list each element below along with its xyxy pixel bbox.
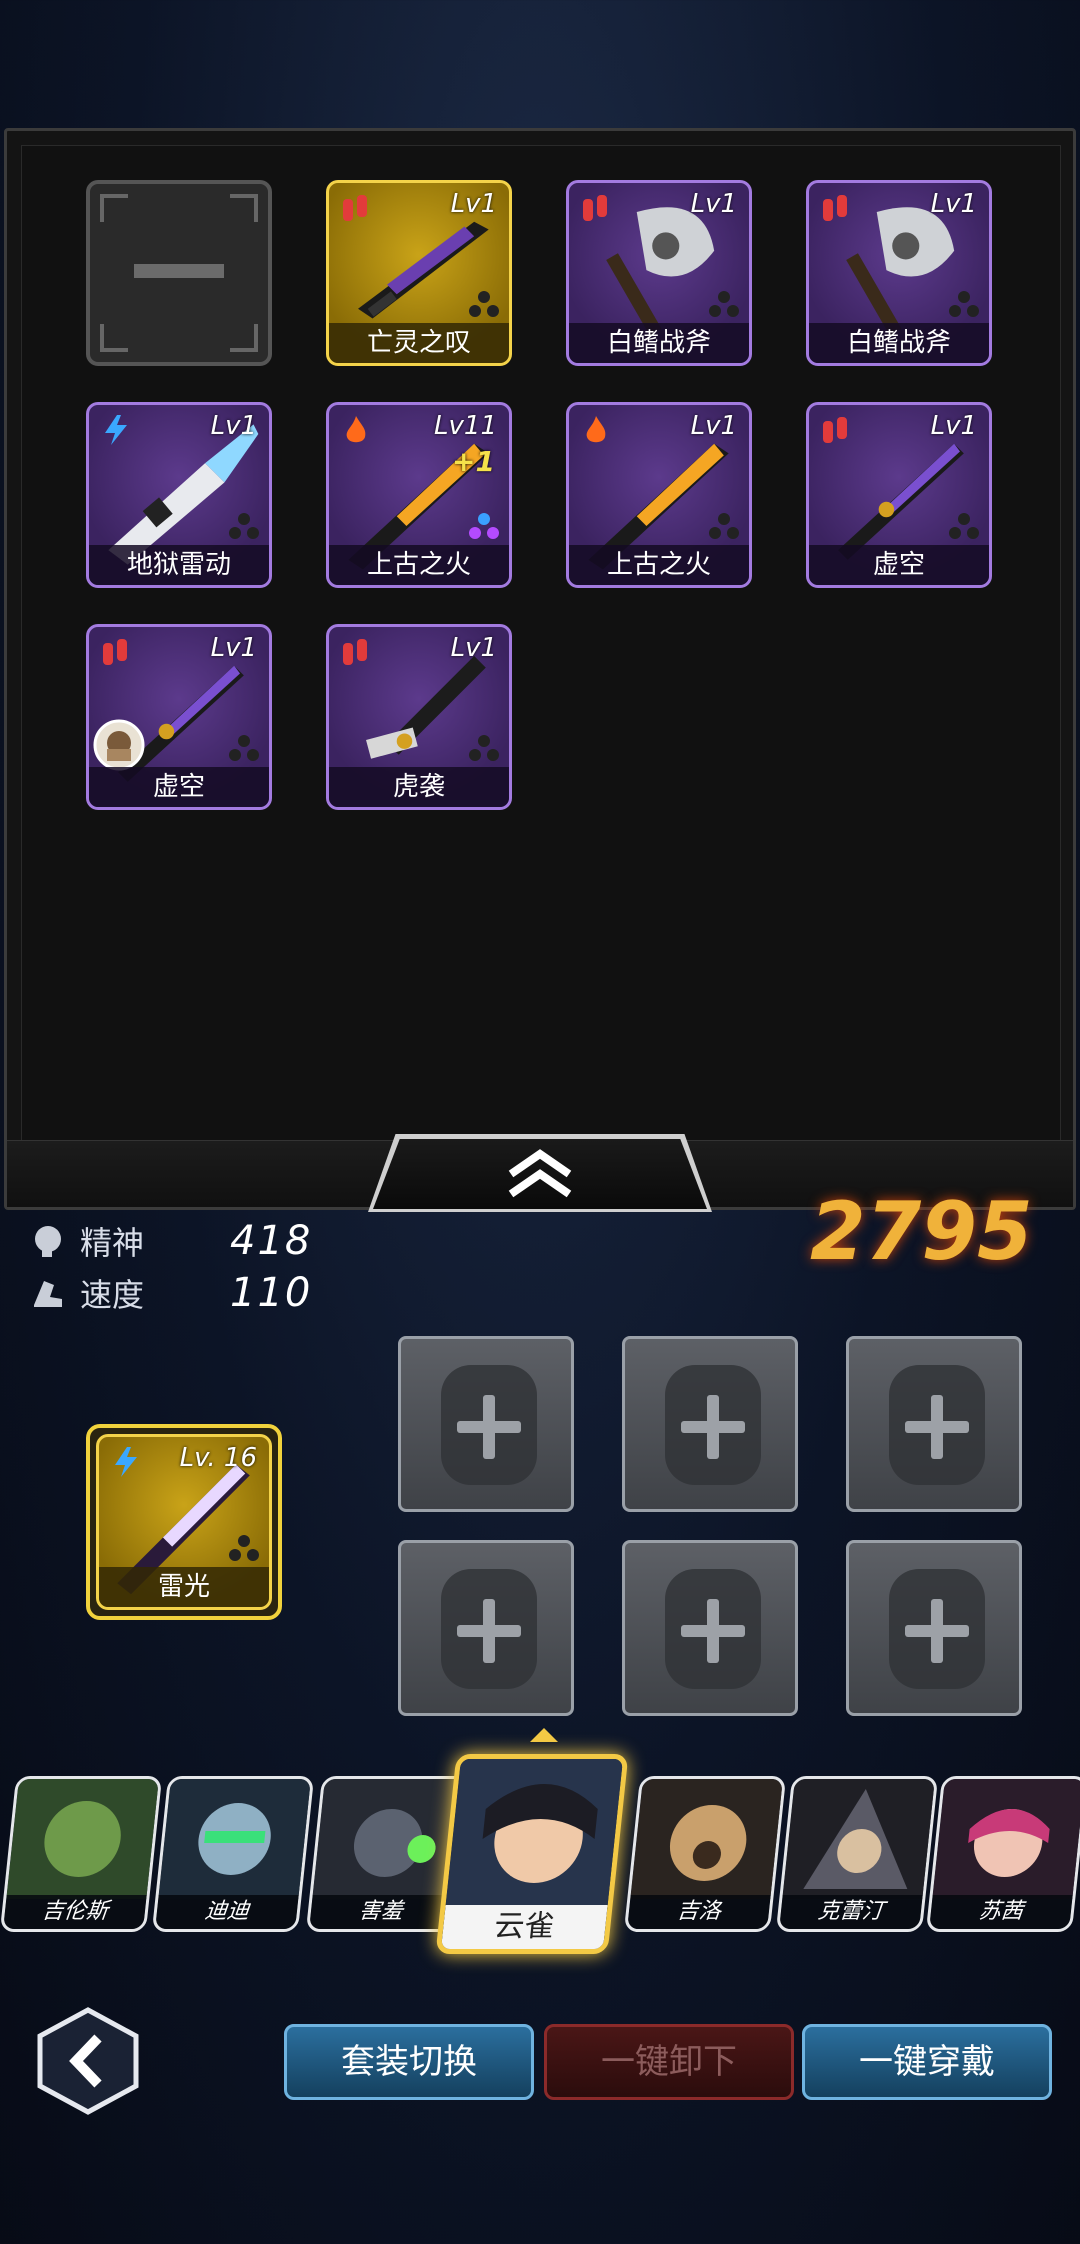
brain-icon xyxy=(35,1226,61,1257)
item-name: 虚空 xyxy=(89,767,269,807)
empty-item-slot[interactable] xyxy=(86,180,272,366)
hero-name: 克蕾汀 xyxy=(779,1895,923,1929)
item-level: Lv. 16 xyxy=(179,1443,257,1473)
item-card[interactable]: Lv1 地狱雷动 xyxy=(86,402,272,588)
item-name: 白鳍战斧 xyxy=(809,323,989,363)
slot-dots-icon xyxy=(709,291,739,317)
hero-portrait[interactable]: 克蕾汀 xyxy=(775,1776,939,1932)
item-card[interactable]: Lv1 虚空 xyxy=(806,402,992,588)
fire-icon xyxy=(346,416,366,443)
hero-face-icon xyxy=(445,1759,629,1909)
selected-hero-indicator xyxy=(530,1728,558,1742)
collapse-button[interactable] xyxy=(373,1139,707,1209)
hero-face-icon xyxy=(158,1779,315,1899)
hero-name: 云雀 xyxy=(441,1905,608,1949)
stat-row: 速度 110 xyxy=(30,1270,312,1316)
item-name: 亡灵之叹 xyxy=(329,323,509,363)
hero-portrait[interactable]: 吉洛 xyxy=(623,1776,787,1932)
item-name: 地狱雷动 xyxy=(89,545,269,585)
lightning-icon xyxy=(115,1447,137,1477)
item-card[interactable]: Lv1 上古之火 xyxy=(566,402,752,588)
hero-name: 吉伦斯 xyxy=(3,1895,147,1929)
slot-dots-icon xyxy=(229,735,259,761)
hero-portrait[interactable]: 苏茜 xyxy=(925,1776,1080,1932)
slot-dots-icon xyxy=(469,735,499,761)
equipped-weapon-card: Lv. 16 雷光 xyxy=(96,1434,272,1610)
item-level: Lv1 xyxy=(210,633,257,663)
unequip-all-button[interactable]: 一键卸下 xyxy=(544,2024,794,2100)
hero-portrait[interactable]: 迪迪 xyxy=(151,1776,315,1932)
combat-power: 2795 xyxy=(810,1185,1033,1278)
hero-name: 吉洛 xyxy=(627,1895,771,1929)
item-level: Lv1 xyxy=(450,189,497,219)
item-name: 上古之火 xyxy=(329,545,509,585)
ammo-icon xyxy=(343,195,367,221)
fire-icon xyxy=(586,416,606,443)
item-name: 雷光 xyxy=(99,1567,269,1607)
item-name: 上古之火 xyxy=(569,545,749,585)
ammo-icon xyxy=(103,639,127,665)
item-name: 虎袭 xyxy=(329,767,509,807)
hero-portrait[interactable]: 吉伦斯 xyxy=(0,1776,163,1932)
item-level: Lv1 xyxy=(450,633,497,663)
hero-face-icon xyxy=(6,1779,163,1899)
back-button[interactable] xyxy=(36,2006,140,2116)
slot-dots-icon xyxy=(469,291,499,317)
item-level: Lv1 xyxy=(210,411,257,441)
hero-face-icon xyxy=(932,1779,1080,1899)
equip-slot-gloves[interactable] xyxy=(846,1336,1022,1512)
item-level: Lv1 xyxy=(930,411,977,441)
item-level: Lv1 xyxy=(690,189,737,219)
item-name: 白鳍战斧 xyxy=(569,323,749,363)
equip-slot-armor[interactable] xyxy=(622,1336,798,1512)
item-enhance-level: +1 xyxy=(452,445,495,478)
slot-dots-icon xyxy=(469,513,499,539)
empty-dash xyxy=(134,264,224,278)
slot-dots-icon xyxy=(949,291,979,317)
item-card[interactable]: Lv1 白鳍战斧 xyxy=(566,180,752,366)
owner-avatar-icon xyxy=(93,719,145,771)
item-level: Lv1 xyxy=(930,189,977,219)
hero-face-icon xyxy=(630,1779,787,1899)
item-card[interactable]: Lv11 +1 上古之火 xyxy=(326,402,512,588)
item-level: Lv1 xyxy=(690,411,737,441)
ammo-icon xyxy=(343,639,367,665)
ammo-icon xyxy=(823,417,847,443)
ammo-icon xyxy=(583,195,607,221)
switch-set-button[interactable]: 套装切换 xyxy=(284,2024,534,2100)
slot-dots-icon xyxy=(229,513,259,539)
item-card[interactable]: Lv1 虚空 xyxy=(86,624,272,810)
equip-all-button[interactable]: 一键穿戴 xyxy=(802,2024,1052,2100)
item-card[interactable]: Lv1 虎袭 xyxy=(326,624,512,810)
hero-name: 迪迪 xyxy=(155,1895,299,1929)
ammo-icon xyxy=(823,195,847,221)
stat-row: 精神 418 xyxy=(30,1218,312,1264)
hero-face-icon xyxy=(782,1779,939,1899)
stat-label: 速度 xyxy=(80,1276,145,1314)
item-card[interactable]: Lv1 亡灵之叹 xyxy=(326,180,512,366)
slot-dots-icon xyxy=(709,513,739,539)
double-chevron-up-icon xyxy=(508,1149,572,1198)
item-level: Lv11 xyxy=(434,411,497,441)
equip-slot-accessory[interactable] xyxy=(398,1540,574,1716)
hero-name: 害羞 xyxy=(309,1895,453,1929)
hero-portrait-selected[interactable]: 云雀 xyxy=(435,1754,629,1954)
lightning-icon xyxy=(105,415,127,445)
stat-value: 418 xyxy=(230,1218,313,1264)
item-card[interactable]: Lv1 白鳍战斧 xyxy=(806,180,992,366)
equip-slot-boots[interactable] xyxy=(622,1540,798,1716)
slot-dots-icon xyxy=(229,1535,259,1561)
hero-name: 苏茜 xyxy=(929,1895,1073,1929)
stat-label: 精神 xyxy=(80,1224,145,1262)
equip-slot-helmet[interactable] xyxy=(398,1336,574,1512)
equipped-weapon-slot[interactable]: Lv. 16 雷光 xyxy=(86,1424,282,1620)
boot-icon xyxy=(34,1281,62,1307)
item-name: 虚空 xyxy=(809,545,989,585)
equip-slot-shield[interactable] xyxy=(846,1540,1022,1716)
slot-dots-icon xyxy=(949,513,979,539)
stat-value: 110 xyxy=(230,1270,313,1316)
